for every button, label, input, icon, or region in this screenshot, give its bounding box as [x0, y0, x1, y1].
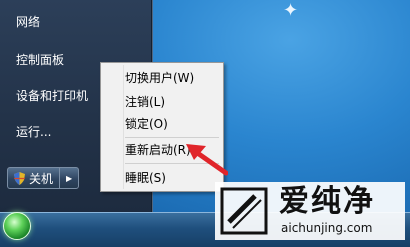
chevron-right-icon: ▶: [65, 173, 73, 183]
menu-item-log-off[interactable]: 注销(L): [125, 94, 165, 110]
logo-icon: [220, 187, 268, 235]
start-orb-icon[interactable]: [3, 212, 31, 240]
shutdown-button[interactable]: 关机: [8, 168, 61, 188]
red-arrow-icon: [186, 144, 228, 176]
shield-icon: [14, 171, 25, 185]
start-menu-item-control-panel[interactable]: 控制面板: [16, 52, 64, 68]
shutdown-label: 关机: [29, 171, 54, 186]
shutdown-options-button[interactable]: ▶: [60, 168, 78, 188]
watermark: 爱纯净 aichunjing.com: [215, 182, 405, 240]
start-menu-item-devices-printers[interactable]: 设备和打印机: [16, 88, 88, 104]
start-menu-item-run[interactable]: 运行...: [16, 124, 51, 140]
menu-item-switch-user[interactable]: 切换用户(W): [125, 70, 194, 86]
menu-item-sleep[interactable]: 睡眠(S): [125, 170, 166, 186]
shutdown-button-group: 关机 ▶: [7, 167, 80, 189]
start-menu-item-network[interactable]: 网络: [16, 14, 40, 30]
watermark-title: 爱纯净: [279, 184, 375, 219]
sparkle-icon: ✦: [283, 0, 299, 21]
menu-item-lock[interactable]: 锁定(O): [125, 116, 168, 132]
watermark-url: aichunjing.com: [281, 221, 373, 235]
menu-item-restart[interactable]: 重新启动(R): [125, 142, 191, 158]
menu-separator: [125, 137, 219, 138]
